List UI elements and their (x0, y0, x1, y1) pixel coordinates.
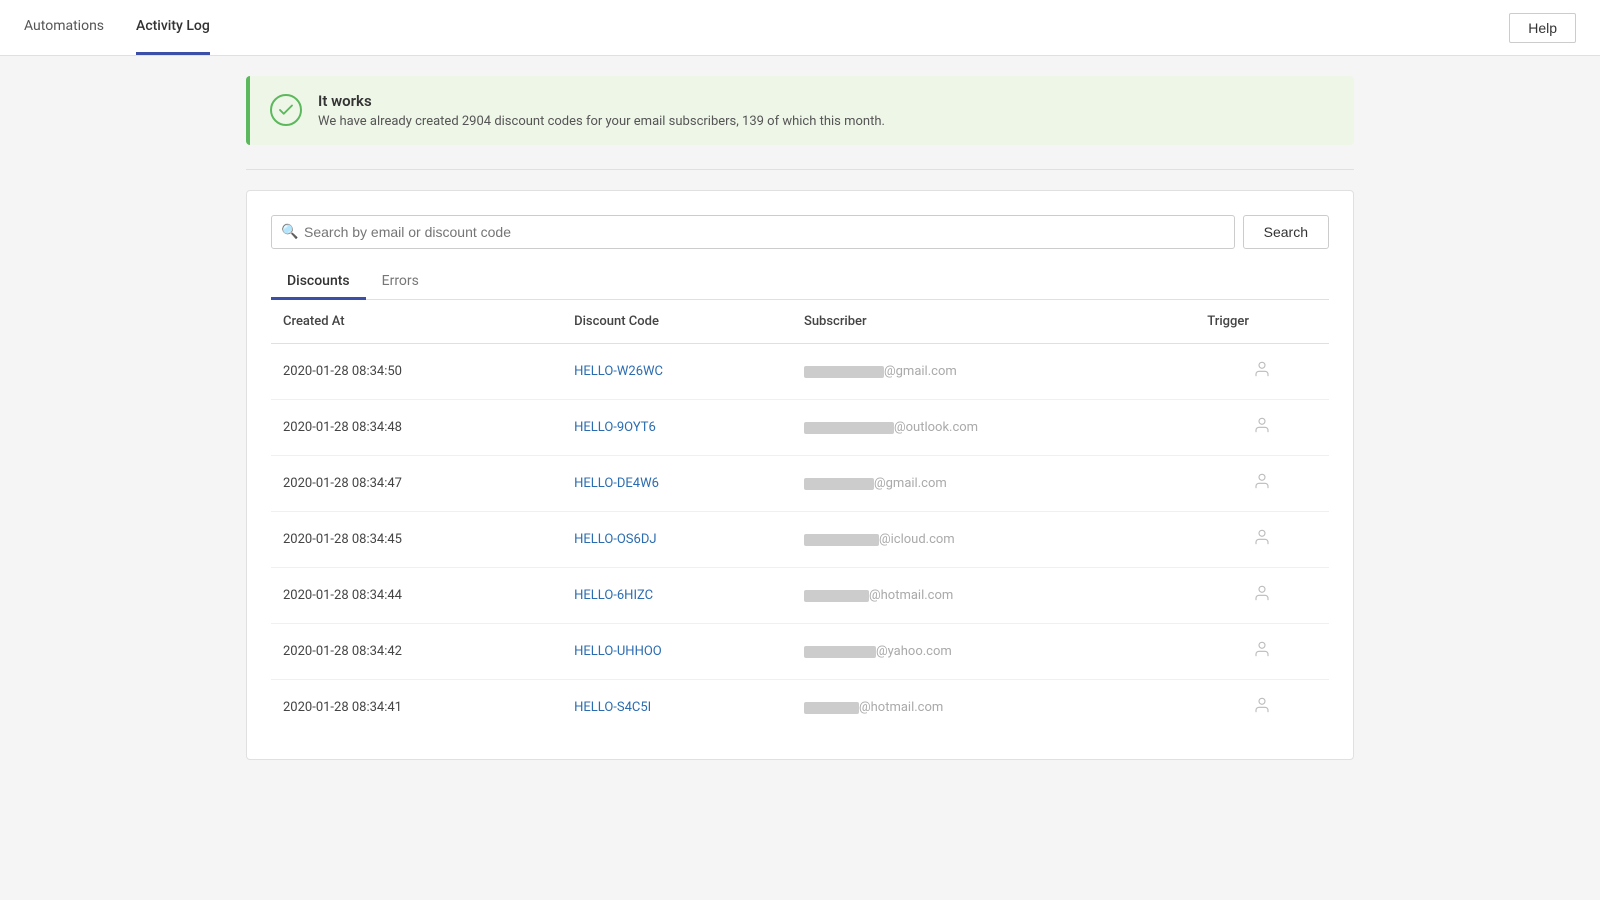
top-nav: Automations Activity Log Help (0, 0, 1600, 56)
cell-trigger (1195, 624, 1329, 680)
person-icon (1253, 362, 1271, 383)
discount-code-link[interactable]: HELLO-OS6DJ (574, 532, 656, 547)
activity-card: 🔍 Search Discounts Errors Created At Dis… (246, 190, 1354, 760)
discount-code-link[interactable]: HELLO-6HIZC (574, 588, 653, 603)
subscriber-domain: @gmail.com (884, 364, 957, 379)
cell-created-at: 2020-01-28 08:34:42 (271, 624, 562, 680)
cell-trigger (1195, 568, 1329, 624)
help-button[interactable]: Help (1509, 13, 1576, 43)
subscriber-domain: @outlook.com (894, 420, 978, 435)
success-icon (270, 94, 302, 126)
cell-discount-code: HELLO-W26WC (562, 344, 792, 400)
person-icon (1253, 698, 1271, 719)
cell-created-at: 2020-01-28 08:34:45 (271, 512, 562, 568)
cell-created-at: 2020-01-28 08:34:50 (271, 344, 562, 400)
nav-automations[interactable]: Automations (24, 0, 104, 55)
cell-subscriber: xxxxxxxxxx@gmail.com (792, 456, 1195, 512)
discount-code-link[interactable]: HELLO-DE4W6 (574, 476, 659, 491)
table-row: 2020-01-28 08:34:50 HELLO-W26WC xxxxxxxxxx… (271, 344, 1329, 400)
tabs: Discounts Errors (271, 265, 1329, 300)
table-row: 2020-01-28 08:34:44 HELLO-6HIZC xxxxxxxxxx… (271, 568, 1329, 624)
table-row: 2020-01-28 08:34:47 HELLO-DE4W6 xxxxxxxxxx… (271, 456, 1329, 512)
cell-trigger (1195, 512, 1329, 568)
subscriber-domain: @hotmail.com (869, 588, 953, 603)
search-button[interactable]: Search (1243, 215, 1329, 249)
col-discount-code: Discount Code (562, 300, 792, 344)
banner-title: It works (318, 92, 885, 110)
cell-subscriber: xxxxxxxxxx@outlook.com (792, 400, 1195, 456)
cell-trigger (1195, 400, 1329, 456)
cell-trigger (1195, 344, 1329, 400)
cell-subscriber: xxxxxxxxxx@gmail.com (792, 344, 1195, 400)
table-row: 2020-01-28 08:34:41 HELLO-S4C5I xxxxxxxxxx… (271, 680, 1329, 736)
cell-discount-code: HELLO-DE4W6 (562, 456, 792, 512)
search-input[interactable] (271, 215, 1235, 249)
cell-subscriber: xxxxxxxxxx@yahoo.com (792, 624, 1195, 680)
discount-code-link[interactable]: HELLO-W26WC (574, 364, 663, 379)
subscriber-domain: @gmail.com (874, 476, 947, 491)
subscriber-domain: @icloud.com (879, 532, 955, 547)
cell-discount-code: HELLO-6HIZC (562, 568, 792, 624)
cell-created-at: 2020-01-28 08:34:41 (271, 680, 562, 736)
cell-subscriber: xxxxxxxxxx@hotmail.com (792, 568, 1195, 624)
search-row: 🔍 Search (271, 215, 1329, 249)
person-icon (1253, 586, 1271, 607)
col-subscriber: Subscriber (792, 300, 1195, 344)
cell-created-at: 2020-01-28 08:34:48 (271, 400, 562, 456)
person-icon (1253, 642, 1271, 663)
discount-code-link[interactable]: HELLO-S4C5I (574, 700, 651, 715)
cell-subscriber: xxxxxxxxxx@hotmail.com (792, 680, 1195, 736)
tab-discounts[interactable]: Discounts (271, 265, 366, 300)
person-icon (1253, 474, 1271, 495)
nav-links: Automations Activity Log (24, 0, 210, 55)
success-text: It works We have already created 2904 di… (318, 92, 885, 129)
banner-message: We have already created 2904 discount co… (318, 114, 885, 129)
table-row: 2020-01-28 08:34:48 HELLO-9OYT6 xxxxxxxxxx… (271, 400, 1329, 456)
main-content: It works We have already created 2904 di… (230, 56, 1370, 780)
cell-trigger (1195, 456, 1329, 512)
cell-created-at: 2020-01-28 08:34:47 (271, 456, 562, 512)
search-icon: 🔍 (281, 224, 298, 240)
col-trigger: Trigger (1195, 300, 1329, 344)
cell-trigger (1195, 680, 1329, 736)
cell-discount-code: HELLO-OS6DJ (562, 512, 792, 568)
person-icon (1253, 418, 1271, 439)
tab-errors[interactable]: Errors (366, 265, 435, 300)
table-row: 2020-01-28 08:34:42 HELLO-UHHOO xxxxxxxxxx… (271, 624, 1329, 680)
person-icon (1253, 530, 1271, 551)
discounts-table: Created At Discount Code Subscriber Trig… (271, 300, 1329, 735)
success-banner: It works We have already created 2904 di… (246, 76, 1354, 145)
discount-code-link[interactable]: HELLO-9OYT6 (574, 420, 656, 435)
cell-discount-code: HELLO-S4C5I (562, 680, 792, 736)
divider (246, 169, 1354, 170)
table-row: 2020-01-28 08:34:45 HELLO-OS6DJ xxxxxxxxxx… (271, 512, 1329, 568)
nav-activity-log[interactable]: Activity Log (136, 0, 210, 55)
subscriber-domain: @yahoo.com (876, 644, 952, 659)
discount-code-link[interactable]: HELLO-UHHOO (574, 644, 662, 659)
cell-created-at: 2020-01-28 08:34:44 (271, 568, 562, 624)
col-created-at: Created At (271, 300, 562, 344)
cell-discount-code: HELLO-UHHOO (562, 624, 792, 680)
subscriber-domain: @hotmail.com (859, 700, 943, 715)
search-input-wrap: 🔍 (271, 215, 1235, 249)
cell-subscriber: xxxxxxxxxx@icloud.com (792, 512, 1195, 568)
cell-discount-code: HELLO-9OYT6 (562, 400, 792, 456)
